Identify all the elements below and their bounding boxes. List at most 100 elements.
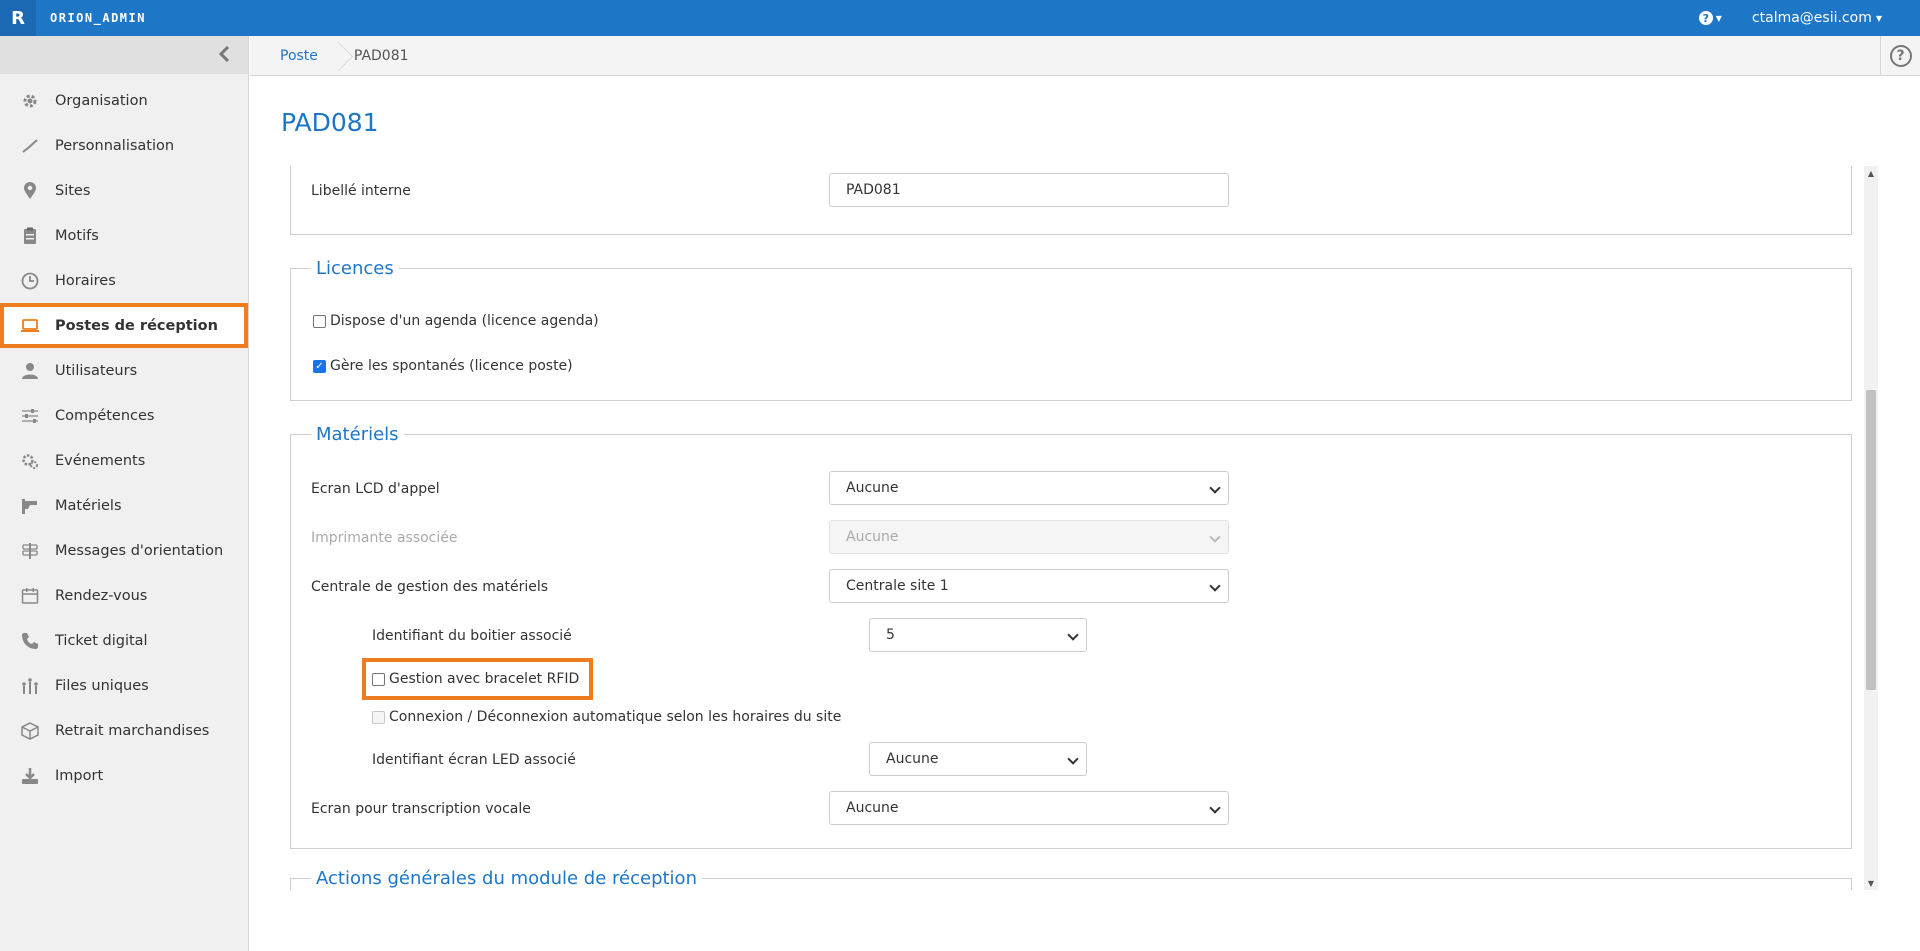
imprimante-select: Aucune bbox=[829, 520, 1229, 554]
libelle-label: Libellé interne bbox=[311, 183, 411, 199]
caret-down-icon: ▼ bbox=[1715, 13, 1722, 23]
sidebar-item-label: Retrait marchandises bbox=[55, 722, 210, 739]
form-scroll-area[interactable]: Libellé interne PAD081 Licences Dispose … bbox=[250, 166, 1870, 890]
sidebar-item-postes-de-reception[interactable]: Postes de réception bbox=[0, 303, 248, 348]
libelle-input[interactable]: PAD081 bbox=[829, 173, 1229, 207]
sidebar-item-ticket-digital[interactable]: Ticket digital bbox=[0, 618, 248, 663]
sidebar-item-label: Matériels bbox=[55, 497, 122, 514]
sidebar-item-retrait-marchandises[interactable]: Retrait marchandises bbox=[0, 708, 248, 753]
caret-down-icon: ▼ bbox=[1875, 13, 1882, 23]
phone-icon bbox=[20, 631, 40, 651]
brush-icon bbox=[20, 136, 40, 156]
sidebar-item-label: Utilisateurs bbox=[55, 362, 138, 379]
scroll-up-arrow-icon[interactable]: ▲ bbox=[1864, 166, 1878, 180]
breadcrumb-root-link[interactable]: Poste bbox=[250, 36, 330, 76]
materiels-fieldset: Matériels Ecran LCD d'appel Aucune Impri… bbox=[290, 424, 1852, 849]
sidebar-item-materiels[interactable]: Matériels bbox=[0, 483, 248, 528]
licences-legend: Licences bbox=[316, 258, 394, 279]
transcription-select[interactable]: Aucune bbox=[829, 791, 1229, 825]
sliders-icon bbox=[20, 406, 40, 426]
agenda-checkbox[interactable] bbox=[313, 314, 326, 328]
ecran-led-label: Identifiant écran LED associé bbox=[372, 752, 576, 768]
licences-fieldset: Licences Dispose d'un agenda (licence ag… bbox=[290, 258, 1852, 401]
spontanes-option[interactable]: ✓ Gère les spontanés (licence poste) bbox=[313, 358, 573, 374]
general-fieldset: Libellé interne PAD081 bbox=[290, 166, 1852, 235]
actions-fieldset: Actions générales du module de réception bbox=[290, 868, 1852, 890]
chevron-left-icon bbox=[218, 43, 232, 67]
sidebar-item-label: Import bbox=[55, 767, 104, 784]
download-icon bbox=[20, 766, 40, 786]
sidebar-collapse-button[interactable] bbox=[0, 36, 248, 74]
question-circle-icon: ? bbox=[1889, 44, 1912, 67]
agenda-label: Dispose d'un agenda (licence agenda) bbox=[330, 313, 599, 329]
sidebar-item-utilisateurs[interactable]: Utilisateurs bbox=[0, 348, 248, 393]
sidebar-item-motifs[interactable]: Motifs bbox=[0, 213, 248, 258]
agenda-option[interactable]: Dispose d'un agenda (licence agenda) bbox=[313, 313, 599, 329]
user-email: ctalma@esii.com bbox=[1751, 10, 1872, 26]
actions-legend: Actions générales du module de réception bbox=[316, 868, 697, 889]
sidebar-item-import[interactable]: Import bbox=[0, 753, 248, 798]
boitier-label: Identifiant du boitier associé bbox=[372, 628, 572, 644]
sidebar-item-label: Evénements bbox=[55, 452, 146, 469]
signpost-icon bbox=[20, 541, 40, 561]
queue-icon bbox=[20, 676, 40, 696]
scroll-down-arrow-icon[interactable]: ▼ bbox=[1864, 876, 1878, 890]
imprimante-label: Imprimante associée bbox=[311, 530, 458, 546]
clipboard-icon bbox=[20, 226, 40, 246]
map-marker-icon bbox=[20, 181, 40, 201]
top-bar: R ORION_ADMIN ? ▼ ctalma@esii.com ▼ bbox=[0, 0, 1920, 36]
breadcrumb: Poste PAD081 ? bbox=[250, 35, 1920, 76]
sidebar-item-personnalisation[interactable]: Personnalisation bbox=[0, 123, 248, 168]
connexion-label: Connexion / Déconnexion automatique selo… bbox=[389, 709, 842, 725]
sidebar-item-label: Organisation bbox=[55, 92, 148, 109]
centrale-label: Centrale de gestion des matériels bbox=[311, 579, 549, 595]
gears-icon bbox=[20, 451, 40, 471]
sidebar: Organisation Personnalisation Sites Moti… bbox=[0, 36, 249, 951]
form-scrollbar[interactable]: ▲ ▼ bbox=[1864, 166, 1878, 890]
boitier-select[interactable]: 5 bbox=[869, 618, 1087, 652]
sidebar-item-label: Sites bbox=[55, 182, 91, 199]
sidebar-item-horaires[interactable]: Horaires bbox=[0, 258, 248, 303]
sidebar-item-label: Motifs bbox=[55, 227, 99, 244]
app-title: ORION_ADMIN bbox=[50, 11, 146, 25]
sidebar-item-label: Files uniques bbox=[55, 677, 149, 694]
sidebar-item-label: Messages d'orientation bbox=[55, 542, 224, 559]
centrale-select[interactable]: Centrale site 1 bbox=[829, 569, 1229, 603]
connexion-option: Connexion / Déconnexion automatique selo… bbox=[372, 709, 841, 725]
sidebar-item-label: Rendez-vous bbox=[55, 587, 148, 604]
user-menu[interactable]: ctalma@esii.com ▼ bbox=[1752, 10, 1882, 26]
ecran-lcd-select[interactable]: Aucune bbox=[829, 471, 1229, 505]
sidebar-item-rendez-vous[interactable]: Rendez-vous bbox=[0, 573, 248, 618]
question-icon: ? bbox=[1698, 11, 1713, 25]
spontanes-label: Gère les spontanés (licence poste) bbox=[330, 358, 573, 374]
breadcrumb-separator bbox=[330, 36, 342, 76]
materiels-legend: Matériels bbox=[316, 424, 399, 445]
topbar-right: ? ▼ ctalma@esii.com ▼ bbox=[1698, 10, 1882, 26]
sidebar-item-files-uniques[interactable]: Files uniques bbox=[0, 663, 248, 708]
user-icon bbox=[20, 361, 40, 381]
rfid-label: Gestion avec bracelet RFID bbox=[389, 671, 580, 687]
sidebar-item-competences[interactable]: Compétences bbox=[0, 393, 248, 438]
spontanes-checkbox[interactable]: ✓ bbox=[313, 359, 326, 373]
ecran-led-select[interactable]: Aucune bbox=[869, 742, 1087, 776]
scroll-thumb[interactable] bbox=[1866, 390, 1876, 690]
laptop-icon bbox=[20, 316, 40, 336]
app-logo[interactable]: R bbox=[0, 0, 36, 36]
sidebar-item-organisation[interactable]: Organisation bbox=[0, 78, 248, 123]
rfid-option[interactable]: Gestion avec bracelet RFID bbox=[361, 658, 594, 700]
breadcrumb-current: PAD081 bbox=[353, 47, 409, 64]
hardware-icon bbox=[20, 496, 40, 516]
sidebar-item-messages-orientation[interactable]: Messages d'orientation bbox=[0, 528, 248, 573]
help-menu[interactable]: ? ▼ bbox=[1698, 11, 1722, 25]
sidebar-item-sites[interactable]: Sites bbox=[0, 168, 248, 213]
rfid-checkbox[interactable] bbox=[372, 672, 385, 686]
gear-icon bbox=[20, 91, 40, 111]
page-help-button[interactable]: ? bbox=[1880, 35, 1920, 76]
sidebar-item-label: Horaires bbox=[55, 272, 116, 289]
clock-icon bbox=[20, 271, 40, 291]
page-title: PAD081 bbox=[281, 108, 379, 137]
sidebar-nav: Organisation Personnalisation Sites Moti… bbox=[0, 78, 248, 798]
transcription-label: Ecran pour transcription vocale bbox=[311, 801, 531, 817]
sidebar-item-evenements[interactable]: Evénements bbox=[0, 438, 248, 483]
sidebar-item-label: Postes de réception bbox=[55, 317, 218, 334]
